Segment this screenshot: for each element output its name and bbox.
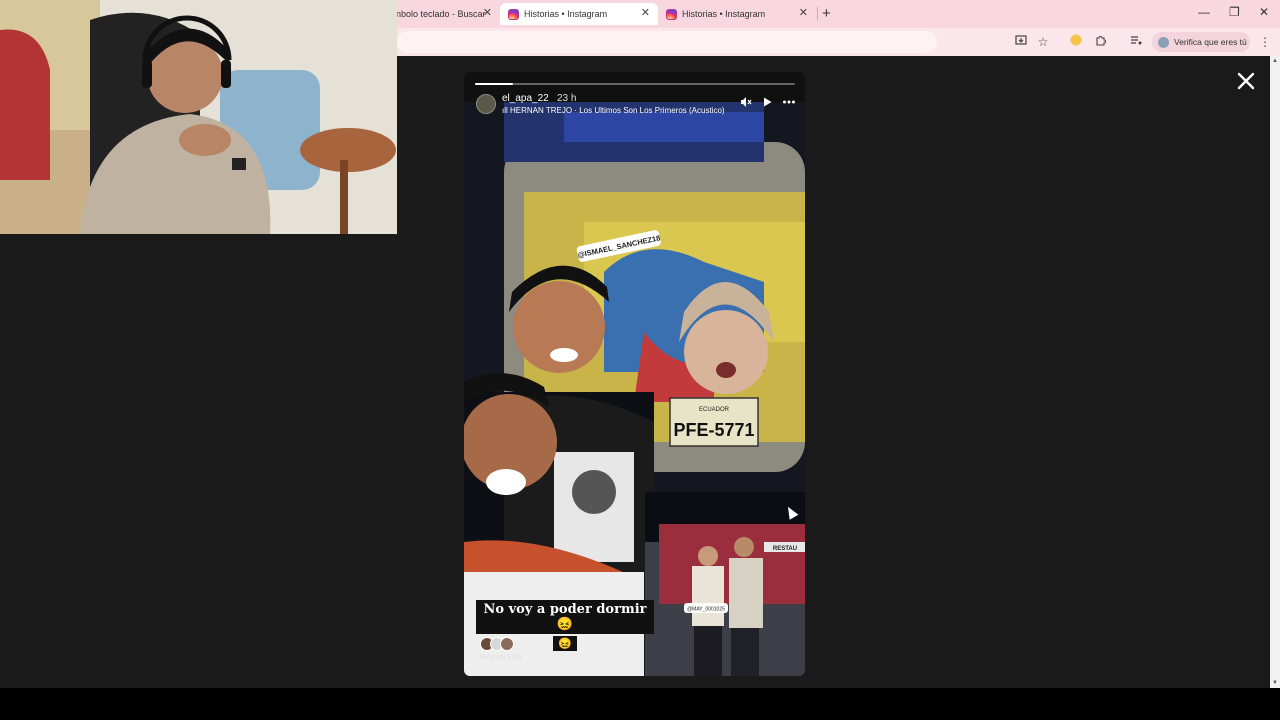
new-tab-button[interactable]: + — [822, 5, 831, 22]
close-icon[interactable] — [1233, 70, 1259, 96]
instagram-icon — [508, 8, 519, 20]
story-progress-bar — [475, 83, 795, 85]
media-control-icon[interactable] — [1128, 34, 1144, 50]
story-header: el_apa_22 23 h ıll HERNAN TREJO · Los Ul… — [474, 92, 799, 122]
music-bars-icon: ıll — [502, 106, 510, 115]
address-bar[interactable] — [397, 31, 937, 53]
tab-instagram-active[interactable]: Historias • Instagram ✕ — [500, 3, 658, 25]
extension-emoji-icon[interactable] — [1068, 34, 1084, 50]
play-icon[interactable] — [759, 96, 775, 112]
inset-mention: @MAY_0001025 — [687, 607, 725, 613]
install-app-icon[interactable] — [1013, 34, 1029, 50]
tab-title: Historias • Instagram — [524, 9, 608, 19]
profile-verify-button[interactable]: Verifica que eres tú — [1152, 32, 1250, 52]
viewed-by-count[interactable]: Vista por 5135 — [480, 654, 522, 661]
tab-instagram[interactable]: Historias • Instagram ✕ — [658, 3, 816, 25]
instagram-icon — [666, 8, 677, 20]
tab-close-icon[interactable]: ✕ — [641, 6, 650, 19]
tab-title: Historias • Instagram — [682, 9, 766, 19]
plate-country: ECUADOR — [699, 407, 730, 413]
window-close-button[interactable]: ✕ — [1259, 5, 1269, 19]
tab-close-icon[interactable]: ✕ — [483, 6, 492, 19]
tab-close-icon[interactable]: ✕ — [799, 6, 808, 19]
profile-avatar — [1158, 36, 1169, 48]
caption-line-1: No voy a poder dormir😖 — [476, 600, 654, 634]
viewer-avatar — [500, 637, 514, 651]
minimize-button[interactable]: — — [1198, 5, 1210, 19]
tab-title: nbolo teclado - Buscar — [396, 9, 486, 19]
webcam-overlay — [0, 0, 397, 234]
verify-label: Verifica que eres tú — [1174, 37, 1247, 47]
story-music[interactable]: ıll HERNAN TREJO · Los Ultimos Son Los P… — [502, 106, 725, 115]
story-card[interactable]: ECUADOR PFE-5771 @ISMAEL_SANCHEZ18 RESTA… — [464, 72, 805, 676]
mute-icon[interactable] — [738, 96, 754, 112]
caption-line-2: 😖 — [553, 636, 577, 651]
music-title: HERNAN TREJO · Los Ultimos Son Los Prime… — [510, 106, 725, 115]
tab-separator — [817, 7, 818, 20]
page-scrollbar[interactable]: ▲ ▼ — [1270, 56, 1280, 688]
story-time: 23 h — [557, 93, 577, 104]
menu-kebab-icon[interactable]: ⋮ — [1257, 34, 1273, 50]
taskbar-strip — [0, 688, 1280, 720]
story-progress-fill — [475, 83, 514, 85]
user-avatar[interactable] — [476, 94, 496, 114]
story-photo: ECUADOR PFE-5771 @ISMAEL_SANCHEZ18 RESTA… — [464, 102, 805, 676]
bookmark-star-icon[interactable]: ☆ — [1035, 34, 1051, 50]
inset-sign: RESTAU — [773, 546, 797, 552]
tab-search[interactable]: nbolo teclado - Buscar ✕ — [388, 3, 500, 25]
story-username[interactable]: el_apa_22 — [502, 93, 549, 104]
extensions-puzzle-icon[interactable] — [1093, 34, 1109, 50]
plate-number: PFE-5771 — [673, 420, 754, 440]
scroll-up-icon[interactable]: ▲ — [1272, 58, 1278, 64]
restore-button[interactable]: ❐ — [1229, 5, 1240, 19]
scroll-down-icon[interactable]: ▼ — [1272, 680, 1278, 686]
webcam-image — [0, 0, 397, 234]
more-icon[interactable] — [781, 96, 797, 112]
